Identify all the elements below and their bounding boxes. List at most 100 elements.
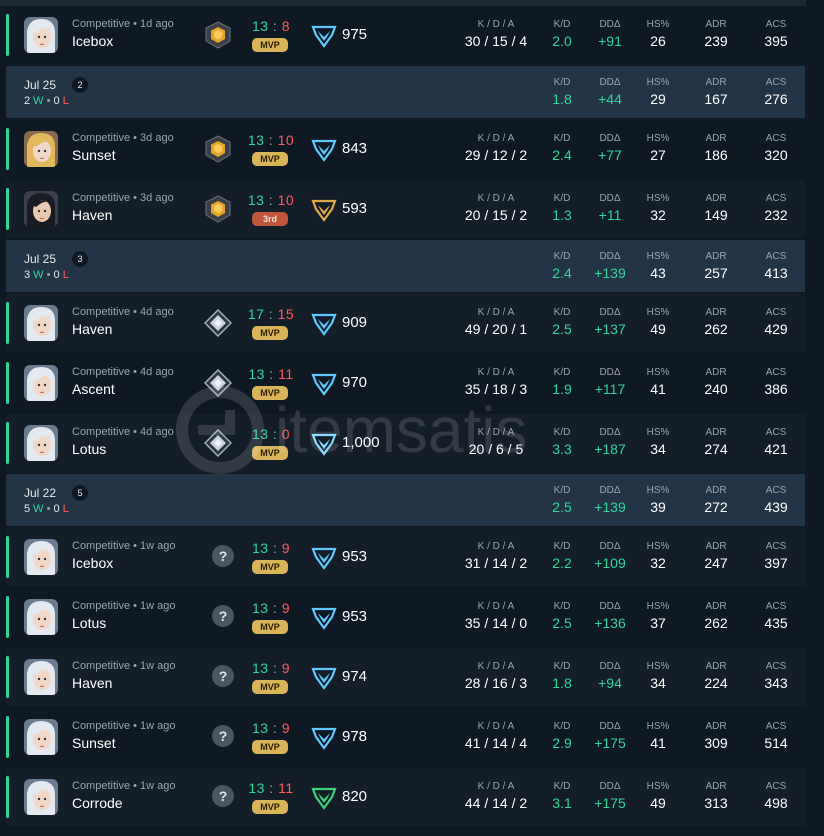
match-row[interactable]: Competitive • 1w ago Haven? 13 : 9 MVP 974 K…	[6, 648, 805, 706]
acs-value: 395	[764, 33, 788, 49]
acs-value: 320	[764, 147, 788, 163]
adr-value: 240	[704, 381, 728, 397]
rr-rank-icon	[311, 310, 337, 336]
acs-value: 343	[764, 675, 788, 691]
win-indicator-bar	[6, 596, 9, 638]
adr-label: ADR	[705, 193, 727, 204]
rr-rank-icon	[311, 784, 337, 810]
match-row[interactable]: Competitive • 4d ago Ascent 13 : 11 MVP 97…	[6, 354, 805, 412]
match-mode-time: Competitive • 3d ago	[72, 192, 174, 204]
kd-value: 2.4	[552, 265, 572, 281]
kd-label: K/D	[553, 133, 571, 144]
hs-label: HS%	[646, 77, 670, 88]
adr-label: ADR	[705, 19, 727, 30]
kd-value: 2.5	[552, 321, 572, 337]
acs-stat: ACS 514	[754, 721, 798, 752]
hs-label: HS%	[646, 427, 670, 438]
win-indicator-bar	[6, 422, 9, 464]
match-row[interactable]: Competitive • 1w ago Sunset? 13 : 9 MVP 978…	[6, 708, 805, 766]
unknown-rank-icon: ?	[212, 545, 234, 567]
group-dd-stat: DDΔ +139	[588, 485, 632, 516]
dd-label: DDΔ	[599, 721, 621, 732]
kda-stat: K / D / A 44 / 14 / 2	[451, 781, 541, 812]
win-indicator-bar	[6, 188, 9, 230]
map-name: Icebox	[72, 33, 114, 49]
match-score: 13 : 0	[243, 426, 299, 442]
acs-stat: ACS 395	[754, 19, 798, 50]
acs-label: ACS	[765, 661, 787, 672]
acs-value: 429	[764, 321, 788, 337]
unknown-rank-icon: ?	[212, 725, 234, 747]
adr-value: 313	[704, 795, 728, 811]
kd-stat: K/D 2.4	[547, 133, 577, 164]
acs-value: 276	[764, 91, 788, 107]
match-row[interactable]: Competitive • 3d ago Sunset 13 : 10 MVP 84…	[6, 120, 805, 178]
adr-label: ADR	[705, 251, 727, 262]
placement-badge: MVP	[252, 386, 288, 400]
score-colon: :	[264, 192, 278, 208]
acs-label: ACS	[765, 367, 787, 378]
rr-rank-icon	[311, 724, 337, 750]
hs-stat: HS% 32	[640, 541, 676, 572]
rr-rank-icon	[311, 430, 337, 456]
adr-value: 186	[704, 147, 728, 163]
kd-stat: K/D 2.9	[547, 721, 577, 752]
group-win-loss: 3 W • 0 L	[24, 269, 69, 281]
hs-value: 34	[650, 441, 666, 457]
score-colon: :	[268, 426, 282, 442]
acs-label: ACS	[765, 721, 787, 732]
adr-stat: ADR 274	[694, 427, 738, 458]
kda-label: K / D / A	[477, 541, 515, 552]
adr-label: ADR	[705, 133, 727, 144]
dd-stat: DDΔ +137	[588, 307, 632, 338]
group-match-count: 5	[72, 485, 88, 501]
match-row[interactable]: Competitive • 4d ago Lotus 13 : 0 MVP 1,00…	[6, 414, 805, 472]
hs-stat: HS% 26	[640, 19, 676, 50]
rr-value: 953	[342, 548, 368, 565]
acs-stat: ACS 386	[754, 367, 798, 398]
score-colon: :	[268, 660, 282, 676]
kd-value: 2.5	[552, 615, 572, 631]
plat-rank-icon	[203, 308, 233, 338]
acs-label: ACS	[765, 307, 787, 318]
match-row[interactable]: Competitive • 4d ago Haven 17 : 15 MVP 909…	[6, 294, 805, 352]
hs-label: HS%	[646, 485, 670, 496]
score-colon: :	[264, 780, 279, 796]
adr-value: 224	[704, 675, 728, 691]
match-row[interactable]: Competitive • 1w ago Lotus? 13 : 9 MVP 953 K…	[6, 588, 805, 646]
kda-stat: K / D / A 35 / 18 / 3	[451, 367, 541, 398]
match-row[interactable]: Competitive • 1w ago Corrode? 13 : 11 MVP 8…	[6, 768, 805, 826]
match-score: 13 : 10	[243, 132, 299, 148]
rr-value: 970	[342, 374, 368, 391]
group-hs-stat: HS% 39	[640, 485, 676, 516]
adr-label: ADR	[705, 367, 727, 378]
match-score: 13 : 11	[243, 366, 299, 382]
dd-stat: DDΔ +77	[588, 133, 632, 164]
hs-stat: HS% 41	[640, 721, 676, 752]
date-group-header: Jul 22 5 5 W • 0 L K/D 2.5 DDΔ +139 HS% 39 ADR 272…	[6, 474, 805, 526]
kd-value: 1.3	[552, 207, 572, 223]
dd-value: +77	[598, 147, 622, 163]
match-mode-time: Competitive • 4d ago	[72, 306, 174, 318]
match-row[interactable]: Competitive • 1d ago Icebox 13 : 8 MVP 975…	[6, 6, 805, 64]
match-row[interactable]: Competitive • 3d ago Haven 13 : 10 3rd 593…	[6, 180, 805, 238]
kda-label: K / D / A	[477, 427, 515, 438]
score-colon: :	[268, 540, 282, 556]
match-mode-time: Competitive • 1w ago	[72, 600, 176, 612]
acs-value: 421	[764, 441, 788, 457]
adr-value: 274	[704, 441, 728, 457]
rounds-won: 13	[251, 660, 269, 676]
match-row[interactable]: Competitive • 1w ago Icebox? 13 : 9 MVP 953…	[6, 528, 805, 586]
adr-stat: ADR 313	[694, 781, 738, 812]
match-mode-time: Competitive • 4d ago	[72, 366, 174, 378]
kda-label: K / D / A	[477, 193, 515, 204]
hs-label: HS%	[646, 367, 670, 378]
map-name: Corrode	[72, 795, 123, 811]
win-indicator-bar	[6, 14, 9, 56]
group-adr-stat: ADR 167	[694, 77, 738, 108]
win-indicator-bar	[6, 656, 9, 698]
hs-value: 32	[650, 207, 666, 223]
kd-stat: K/D 2.5	[547, 601, 577, 632]
placement-badge: MVP	[252, 326, 288, 340]
dd-stat: DDΔ +11	[588, 193, 632, 224]
